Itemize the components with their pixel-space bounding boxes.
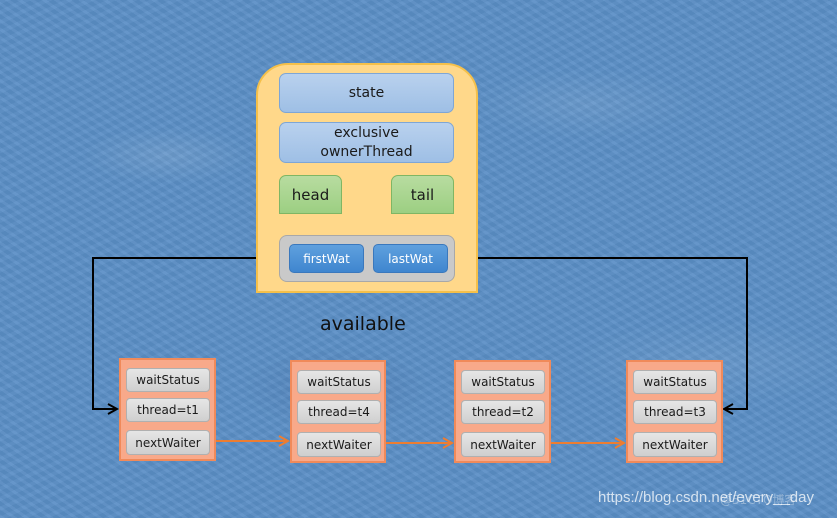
thread-field: thread=t4 [297, 400, 381, 424]
tail-field: tail [391, 175, 454, 214]
next-waiter-field: nextWaiter [461, 432, 545, 457]
next-waiter-field: nextWaiter [297, 432, 381, 457]
waiter-node-3: waitStatus thread=t2 nextWaiter [454, 360, 551, 463]
wait-status-field: waitStatus [297, 370, 381, 394]
owner-label-line1: exclusive [334, 124, 399, 141]
tail-label: tail [410, 185, 435, 204]
caption-available: available [320, 313, 406, 335]
wait-status-field: waitStatus [633, 370, 717, 394]
waiter-node-1: waitStatus thread=t1 nextWaiter [119, 358, 216, 461]
last-waiter-field: lastWat [373, 244, 448, 273]
next-waiter-field: nextWaiter [126, 430, 210, 455]
waiter-node-4: waitStatus thread=t3 nextWaiter [626, 360, 723, 463]
first-waiter-field: firstWat [289, 244, 364, 273]
first-waiter-label: firstWat [303, 251, 350, 266]
thread-field: thread=t2 [461, 400, 545, 424]
thread-field: thread=t3 [633, 400, 717, 424]
owner-label-line2: ownerThread [320, 143, 413, 160]
head-label: head [291, 185, 330, 204]
thread-field: thread=t1 [126, 398, 210, 422]
state-label: state [348, 84, 385, 101]
next-waiter-field: nextWaiter [633, 432, 717, 457]
state-field: state [279, 73, 454, 113]
wait-status-field: waitStatus [126, 368, 210, 392]
watermark-overlay: @51CTO博客 [720, 493, 797, 507]
waiter-node-2: waitStatus thread=t4 nextWaiter [290, 360, 386, 463]
last-waiter-label: lastWat [388, 251, 433, 266]
exclusive-owner-thread-field: exclusive ownerThread [279, 122, 454, 163]
wait-status-field: waitStatus [461, 370, 545, 394]
head-field: head [279, 175, 342, 214]
